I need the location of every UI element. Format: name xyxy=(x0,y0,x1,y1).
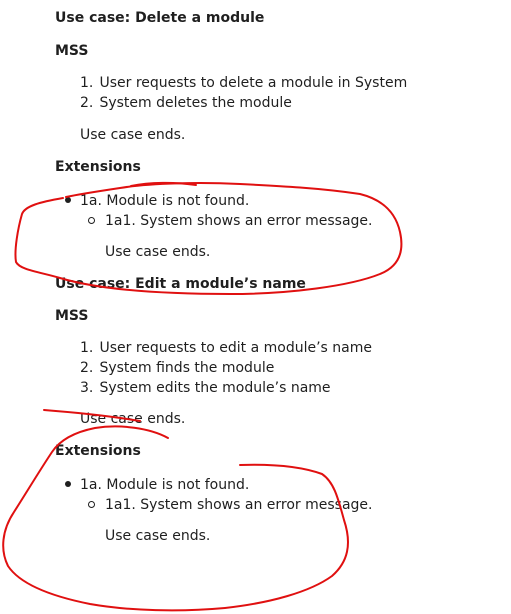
step-text: System edits the module’s name xyxy=(99,380,331,396)
use-case-2-step-1: 1. User requests to edit a module’s name xyxy=(80,341,372,355)
use-case-1-sub-ends: Use case ends. xyxy=(105,244,211,260)
use-case-2-extension-item: 1a. Module is not found. xyxy=(65,477,249,493)
use-case-1-mss-heading: MSS xyxy=(55,43,89,59)
annotation-layer xyxy=(2,181,403,612)
use-case-2-sub-ends: Use case ends. xyxy=(105,528,211,544)
bullet-circle-icon xyxy=(88,500,95,508)
extension-text: 1a. Module is not found. xyxy=(80,193,250,209)
use-case-1-step-2: 2. System deletes the module xyxy=(80,96,292,110)
step-text: User requests to edit a module’s name xyxy=(99,340,373,356)
extension-text: 1a. Module is not found. xyxy=(80,477,250,493)
annotation-stroke-1 xyxy=(130,181,197,187)
sub-extension-text: 1a1. System shows an error message. xyxy=(105,213,373,229)
bullet-dot-icon xyxy=(65,481,71,487)
bullet-dot-icon xyxy=(65,197,71,203)
step-text: System finds the module xyxy=(99,360,275,376)
step-number: 3. xyxy=(80,380,94,396)
use-case-2-sub-extension-item: 1a1. System shows an error message. xyxy=(88,497,373,513)
use-case-2-ends: Use case ends. xyxy=(80,411,186,427)
use-case-1-ends: Use case ends. xyxy=(80,127,186,143)
step-number: 2. xyxy=(80,360,94,376)
use-case-1-extension-item: 1a. Module is not found. xyxy=(65,193,249,209)
step-number: 1. xyxy=(80,340,94,356)
use-case-2-title: Use case: Edit a module’s name xyxy=(55,276,306,292)
use-case-1-title: Use case: Delete a module xyxy=(55,10,265,26)
use-case-1-extensions-heading: Extensions xyxy=(55,159,141,175)
step-number: 2. xyxy=(80,95,94,111)
step-text: User requests to delete a module in Syst… xyxy=(99,75,408,91)
use-case-2-step-3: 3. System edits the module’s name xyxy=(80,381,331,395)
step-text: System deletes the module xyxy=(99,95,292,111)
step-number: 1. xyxy=(80,75,94,91)
use-case-2-mss-heading: MSS xyxy=(55,308,89,324)
sub-extension-text: 1a1. System shows an error message. xyxy=(105,497,373,513)
bullet-circle-icon xyxy=(88,216,95,224)
use-case-2-step-2: 2. System finds the module xyxy=(80,361,274,375)
use-case-1-sub-extension-item: 1a1. System shows an error message. xyxy=(88,213,373,229)
document-page: Use case: Delete a module MSS 1. User re… xyxy=(0,0,511,614)
use-case-1-step-1: 1. User requests to delete a module in S… xyxy=(80,76,407,90)
use-case-2-extensions-heading: Extensions xyxy=(55,443,141,459)
